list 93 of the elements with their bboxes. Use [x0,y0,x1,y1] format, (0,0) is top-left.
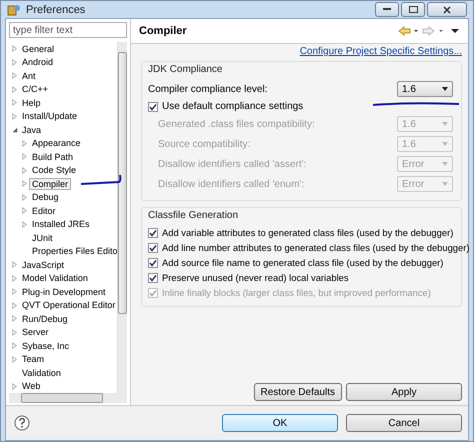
expand-arrow-icon[interactable] [10,274,19,283]
tree-item[interactable]: Team [19,353,48,366]
expand-arrow-icon[interactable] [10,300,19,310]
expand-arrow-icon[interactable] [10,260,19,270]
expand-arrow-icon[interactable] [10,382,19,391]
expand-arrow-icon[interactable] [10,84,19,94]
checkbox-label: Preserve unused (never read) local variables [162,272,349,283]
maximize-icon [408,6,418,13]
tree-item[interactable]: Help [19,96,44,109]
expand-arrow-icon[interactable] [10,341,19,350]
expand-arrow-icon[interactable] [20,220,29,229]
tree-item[interactable]: JUnit [29,232,56,244]
page-title: Compiler [139,25,188,37]
checkbox[interactable] [148,272,158,282]
window-title: Preferences [26,4,86,16]
tree-item[interactable]: Java [19,124,44,136]
expand-arrow-icon[interactable] [20,192,29,202]
help-icon[interactable] [14,415,30,431]
checkbox[interactable] [148,242,158,252]
collapse-arrow-icon[interactable] [10,125,19,134]
close-icon [443,6,451,14]
tree-item[interactable]: Web [19,380,44,392]
preferences-icon [7,2,21,16]
expand-arrow-icon[interactable] [10,287,19,296]
group-title: JDK Compliance [148,64,224,75]
tree-item[interactable]: Plug-in Development [19,286,109,298]
tree-item[interactable]: Build Path [29,150,76,163]
expand-arrow-icon[interactable] [20,152,29,162]
minimize-button[interactable] [375,2,399,17]
checkbox-label: Use default compliance settings [162,101,304,112]
apply-button[interactable]: Apply [346,383,462,401]
ok-button[interactable]: OK [222,414,338,432]
minimize-icon [383,8,391,11]
tree-item[interactable]: QVT Operational Editor [19,299,117,312]
expand-arrow-icon[interactable] [10,354,19,364]
compliance-dropdown[interactable]: 1.6 [397,81,453,97]
checkbox-label: Add line number attributes to generated class files (used by the debugger) [162,242,470,253]
tree-item[interactable]: Editor [29,204,59,217]
restore-defaults-button[interactable]: Restore Defaults [254,383,342,401]
expand-arrow-icon[interactable] [20,206,29,216]
tree-item[interactable]: Android [19,56,56,68]
checkbox-label: Inline finally blocks (larger class files, but improved performance) [162,287,431,298]
dropdown-arrow-icon [442,142,448,146]
tree-item[interactable]: JavaScript [19,258,68,271]
field-label: Generated .class files compatibility: [158,118,315,130]
tree-item[interactable]: Code Style [29,164,80,176]
tree-item[interactable]: Validation [19,366,64,379]
expand-arrow-icon[interactable] [20,166,29,175]
checkbox[interactable] [148,102,158,112]
expand-arrow-icon[interactable] [10,112,19,121]
horizontal-scrollbar[interactable] [9,393,127,403]
tree-item[interactable]: General [19,42,58,55]
cancel-button[interactable]: Cancel [346,414,462,432]
tree-item[interactable]: Debug [29,191,62,204]
tree-item[interactable]: Install/Update [19,110,80,122]
expand-arrow-icon[interactable] [20,138,29,148]
tree-item[interactable]: Appearance [29,137,84,150]
expand-arrow-icon[interactable] [10,98,19,108]
expand-arrow-icon[interactable] [10,71,19,80]
project-settings-link[interactable]: Configure Project Specific Settings... [300,46,462,57]
checkbox[interactable] [148,228,158,238]
filter-field[interactable]: type filter text [9,22,127,38]
checkbox[interactable] [148,258,158,268]
group-title: Classfile Generation [148,210,240,221]
tree-item[interactable]: Compiler [29,178,72,190]
tree-item[interactable]: C/C++ [19,83,52,96]
ink-stroke [80,174,122,185]
checkbox-label: Add variable attributes to generated class files (used by the debugger) [162,227,454,238]
dropdown-arrow-icon [442,182,448,186]
field-label: Compiler compliance level: [148,84,268,94]
tree-item[interactable]: Server [19,326,52,338]
checkbox-label: Add source file name to generated class file (used by the debugger) [162,257,444,268]
expand-arrow-icon[interactable] [10,328,19,337]
expand-arrow-icon[interactable] [10,314,19,324]
field-label: Source compatibility: [158,138,250,150]
dropdown-arrow-icon [442,162,448,166]
field-label: Disallow identifiers called 'assert': [158,158,306,170]
dropdown-arrow-icon [442,87,448,91]
tree-item[interactable]: Sybase, Inc [19,340,72,352]
vertical-scrollbar[interactable] [117,42,127,393]
expand-arrow-icon[interactable] [20,179,29,188]
tree-item[interactable]: Model Validation [19,272,91,284]
tree-item[interactable]: Run/Debug [19,312,71,325]
close-button[interactable] [427,2,467,17]
dropdown-arrow-icon [442,122,448,126]
tree-item[interactable]: Ant [19,70,39,82]
navigation-arrows-icon[interactable] [398,26,460,36]
field-label: Disallow identifiers called 'enum': [158,178,304,190]
tree-item[interactable]: Properties Files Edito [29,245,117,258]
expand-arrow-icon[interactable] [10,44,19,54]
maximize-button[interactable] [401,2,425,17]
expand-arrow-icon[interactable] [10,58,19,67]
tree-item[interactable]: Installed JREs [29,218,93,230]
